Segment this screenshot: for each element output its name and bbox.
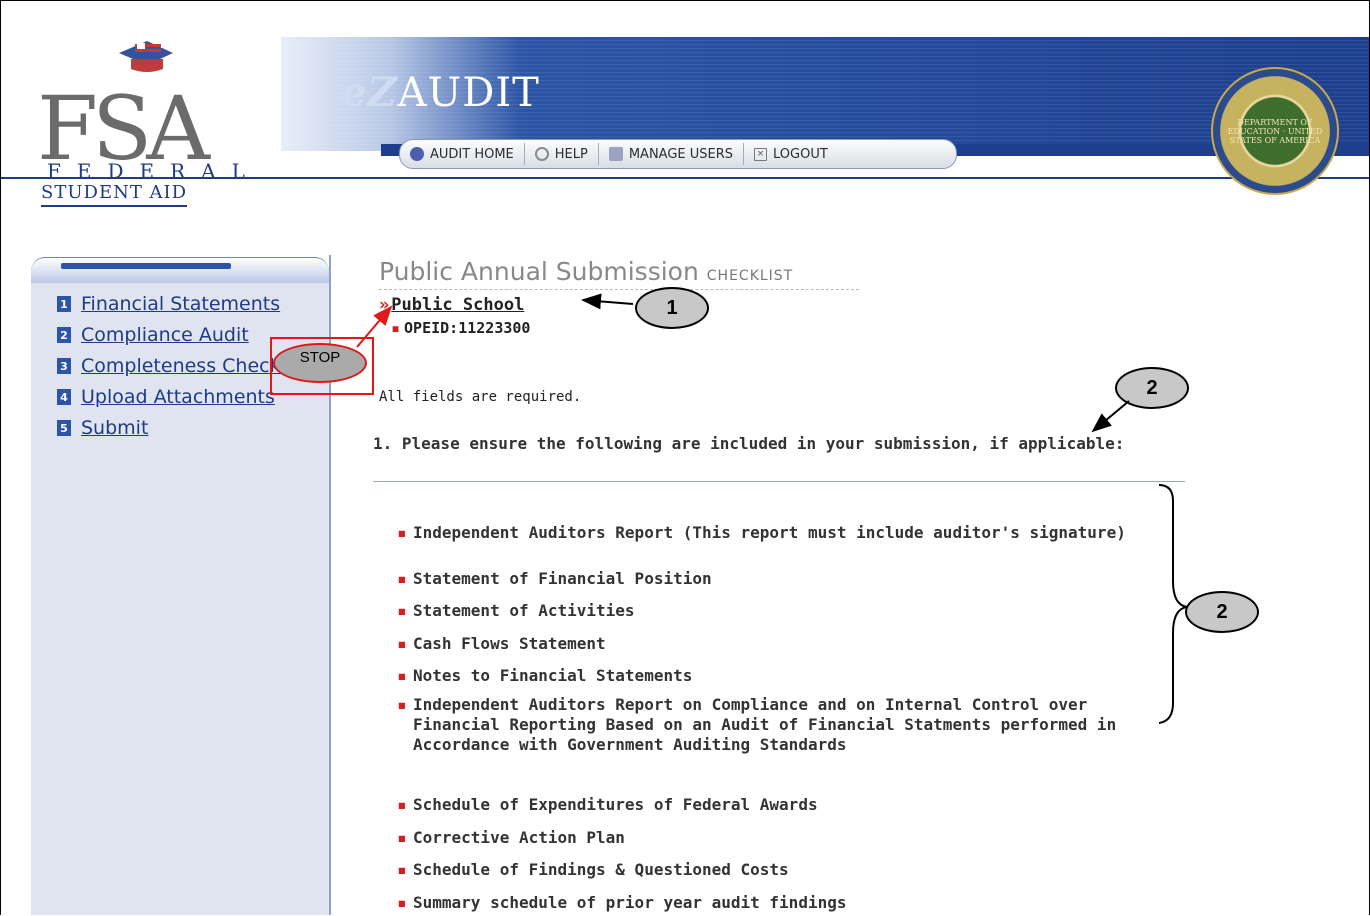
annotation-callout-1: 1 [635,287,709,329]
nav-audit-home-label: AUDIT HOME [430,146,514,162]
bullet-icon: ▪ [397,860,407,879]
sidebar-item-label: Completeness Checkl [81,355,286,377]
fsa-logo-line1: FEDERAL [47,159,261,183]
school-link[interactable]: » Public School [379,295,524,315]
checklist-item-text: Schedule of Expenditures of Federal Awar… [413,795,818,814]
question-divider [373,481,1185,482]
checklist-item: ▪ Independent Auditors Report on Complia… [397,695,1173,755]
checklist-item-text: Cash Flows Statement [413,634,606,653]
header-divider [1,177,1369,179]
close-box-icon: × [754,147,768,161]
department-seal-icon: DEPARTMENT OF EDUCATION · UNITED STATES … [1211,67,1339,195]
chevron-right-icon: » [379,295,390,315]
bullet-icon: ▪ [397,695,407,714]
nav-audit-home[interactable]: AUDIT HOME [400,143,525,165]
nav-logout-label: LOGOUT [773,146,828,162]
sidebar-item-label: Financial Statements [81,293,281,315]
sidebar-item-submit[interactable]: 5 Submit [57,417,148,439]
checklist-item-text: Corrective Action Plan [413,828,625,847]
checklist-item-text: Independent Auditors Report on Complianc… [413,695,1117,754]
bullet-icon: ▪ [397,601,407,620]
required-note: All fields are required. [379,389,582,405]
annotation-callout-2b: 2 [1185,591,1259,633]
bullet-icon: ▪ [397,634,407,653]
page-frame: FSA FEDERAL STUDENT AID eZAUDIT AUDIT HO… [0,0,1370,915]
checklist-item-text: Summary schedule of prior year audit fin… [413,893,847,912]
opeid-label: ▪ OPEID:11223300 [391,319,530,337]
sidebar-item-label: Upload Attachments [81,386,275,408]
sidebar-item-label: Submit [81,417,149,439]
checklist-item: ▪ Statement of Financial Position [397,569,1173,589]
checklist-item: ▪ Cash Flows Statement [397,634,1173,654]
stop-callout: STOP [273,343,367,383]
checklist-item: ▪ Schedule of Findings & Questioned Cost… [397,860,1173,880]
question-1: 1. Please ensure the following are inclu… [373,434,1125,453]
nav-help-label: HELP [554,146,588,162]
fsa-logo-line2: STUDENT AID [41,182,188,207]
graduation-cap-icon [119,41,173,72]
users-icon [608,147,623,161]
sidebar-tab [31,257,329,284]
checklist-item-text: Independent Auditors Report (This report… [413,523,1126,542]
sidebar-tab-bar [61,263,231,269]
step-number-icon: 5 [57,420,71,436]
step-number-icon: 3 [57,358,71,374]
page-title-text: Public Annual Submission [379,257,699,286]
checklist-item: ▪ Statement of Activities [397,601,1173,621]
bullet-icon: ▪ [397,828,407,847]
app-title-prefix: eZ [341,69,398,116]
sidebar-item-compliance-audit[interactable]: 2 Compliance Audit [57,324,249,346]
checklist-item: ▪ Notes to Financial Statements [397,666,1173,686]
step-number-icon: 1 [57,296,71,312]
nav-manage-users[interactable]: MANAGE USERS [599,143,745,165]
checklist-item-text: Statement of Financial Position [413,569,712,588]
page-title: Public Annual Submission CHECKLIST [379,257,793,286]
bullet-icon: ▪ [391,319,401,337]
checklist-item-text: Notes to Financial Statements [413,666,693,685]
bullet-icon: ▪ [397,893,407,912]
sidebar-item-label: Compliance Audit [81,324,249,346]
help-icon [534,147,549,161]
fsa-logo[interactable]: FSA FEDERAL STUDENT AID [33,37,253,207]
bullet-icon: ▪ [397,569,407,588]
bullet-icon: ▪ [397,523,407,542]
checklist-item: ▪ Independent Auditors Report (This repo… [397,523,1173,543]
checklist-item-text: Schedule of Findings & Questioned Costs [413,860,789,879]
sidebar-item-financial-statements[interactable]: 1 Financial Statements [57,293,280,315]
app-title: eZAUDIT [341,69,540,116]
nav-manage-users-label: MANAGE USERS [628,146,734,162]
seal-text: DEPARTMENT OF EDUCATION · UNITED STATES … [1227,117,1323,145]
annotation-callout-2a: 2 [1115,367,1189,409]
checklist-item: ▪ Corrective Action Plan [397,828,1173,848]
opeid-value: OPEID:11223300 [404,319,531,337]
arrow-to-school [581,293,634,310]
nav-logout[interactable]: × LOGOUT [744,143,838,165]
checklist-item: ▪ Summary schedule of prior year audit f… [397,893,1173,913]
sidebar-item-upload-attachments[interactable]: 4 Upload Attachments [57,386,275,408]
app-title-text: AUDIT [397,70,540,116]
bullet-icon: ▪ [397,795,407,814]
top-nav: AUDIT HOME HELP MANAGE USERS × LOGOUT [399,139,957,169]
page-title-sub: CHECKLIST [706,268,794,284]
bullet-icon: ▪ [397,666,407,685]
step-number-icon: 2 [57,327,71,343]
nav-help[interactable]: HELP [525,143,599,165]
checklist-item: ▪ Schedule of Expenditures of Federal Aw… [397,795,1173,815]
ez-audit-icon [410,147,424,161]
sidebar-item-completeness-checklist[interactable]: 3 Completeness Checkl [57,355,286,377]
title-underline [379,289,859,290]
step-number-icon: 4 [57,389,71,405]
school-name[interactable]: Public School [391,295,524,315]
checklist-item-text: Statement of Activities [413,601,635,620]
arrow-to-question [1091,400,1130,433]
